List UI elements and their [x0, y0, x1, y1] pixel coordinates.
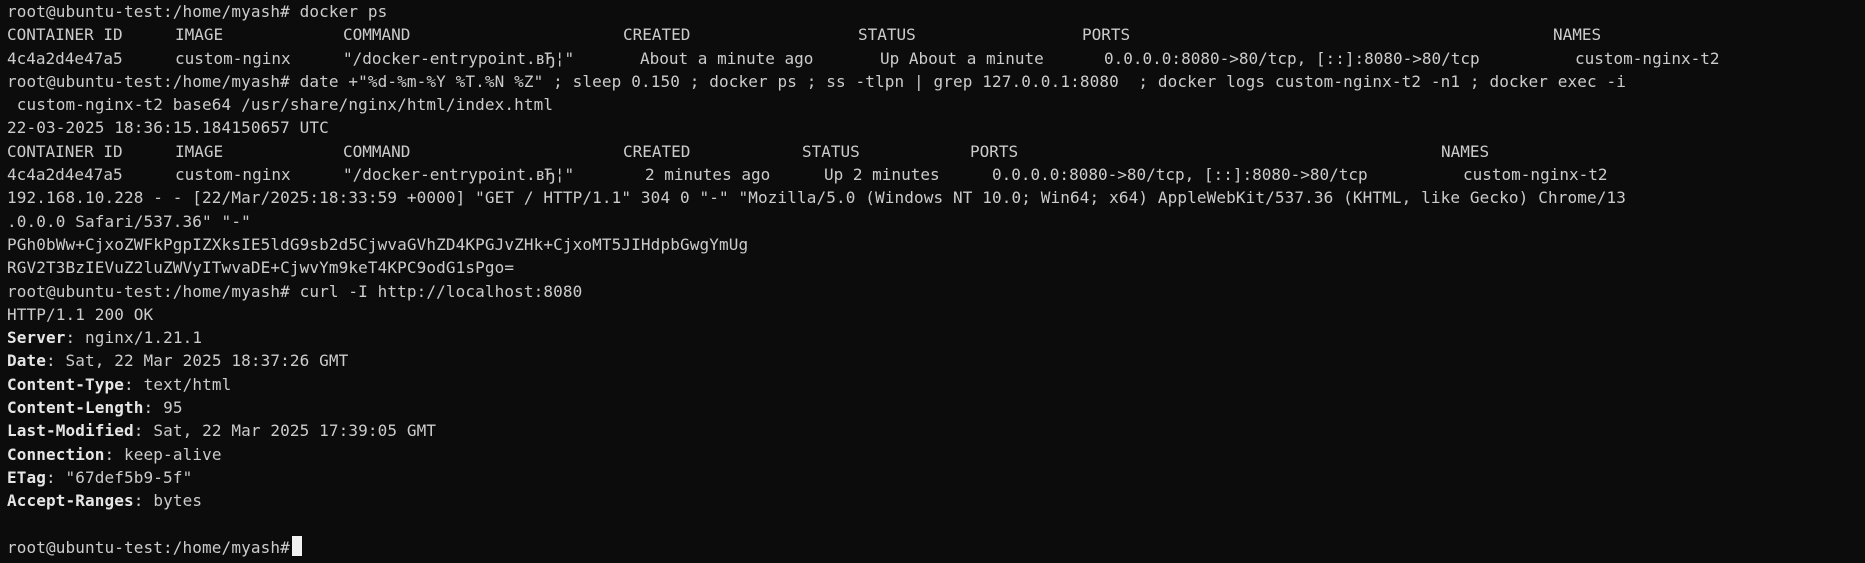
header-value: nginx/1.21.1: [75, 328, 203, 348]
cell-names: custom-nginx-t2: [1575, 48, 1720, 68]
header-key: Accept-Ranges: [7, 491, 134, 511]
http-header-server: Server: nginx/1.21.1: [7, 326, 1865, 349]
header-value: Sat, 22 Mar 2025 17:39:05 GMT: [143, 421, 437, 441]
active-prompt-line[interactable]: root@ubuntu-test:/home/myash#: [7, 535, 1865, 559]
cell-container-id: 4c4a2d4e47a5: [7, 48, 123, 68]
cell-command: "/docker-entrypoint.вЂ¦": [343, 165, 575, 185]
header-colon: :: [46, 467, 56, 487]
cell-ports: 0.0.0.0:8080->80/tcp, [::]:8080->80/tcp: [992, 165, 1368, 185]
col-image: IMAGE: [175, 141, 224, 161]
col-status: STATUS: [802, 141, 860, 161]
nginx-log-line: 192.168.10.228 - - [22/Mar/2025:18:33:59…: [7, 188, 1626, 208]
col-names: NAMES: [1553, 25, 1602, 45]
http-header-content-type: Content-Type: text/html: [7, 373, 1865, 396]
cell-created: About a minute ago: [640, 48, 814, 68]
header-colon: :: [104, 444, 115, 464]
header-key: Last-Modified: [7, 421, 134, 441]
prompt-line-docker-ps: root@ubuntu-test:/home/myash# docker ps: [7, 0, 1865, 23]
base64-output-line: PGh0bWw+CjxoZWFkPgpIZXksIE5ldG9sb2d5Cjwv…: [7, 234, 749, 254]
header-colon: :: [124, 374, 134, 394]
col-names: NAMES: [1441, 141, 1490, 161]
shell-prompt: root@ubuntu-test:/home/myash#: [7, 281, 290, 301]
header-key: ETag: [7, 467, 47, 487]
header-value: "67def5b9-5f": [55, 467, 193, 487]
header-colon: :: [143, 398, 154, 418]
command-text: docker ps: [289, 2, 388, 21]
header-value: Sat, 22 Mar 2025 18:37:26 GMT: [55, 351, 349, 371]
cell-status: Up About a minute: [880, 48, 1044, 68]
header-value: text/html: [133, 374, 232, 394]
header-colon: :: [133, 421, 144, 441]
cell-ports: 0.0.0.0:8080->80/tcp, [::]:8080->80/tcp: [1104, 48, 1480, 68]
shell-prompt: root@ubuntu-test:/home/myash#: [7, 537, 290, 557]
http-header-date: Date: Sat, 22 Mar 2025 18:37:26 GMT: [7, 349, 1865, 372]
header-key: Content-Length: [7, 398, 144, 418]
col-ports: PORTS: [1082, 25, 1131, 45]
col-image: IMAGE: [175, 25, 224, 45]
docker-ps-header: CONTAINER ID IMAGE COMMAND CREATED STATU…: [7, 23, 1865, 46]
header-value: keep-alive: [114, 444, 222, 464]
col-container-id: CONTAINER ID: [7, 25, 123, 45]
shell-prompt: root@ubuntu-test:/home/myash#: [7, 2, 290, 21]
docker-ps-header: CONTAINER ID IMAGE COMMAND CREATED STATU…: [7, 140, 1865, 163]
header-colon: :: [46, 351, 56, 371]
col-status: STATUS: [858, 25, 916, 45]
cell-created: 2 minutes ago: [645, 165, 771, 185]
base64-output-line: RGV2T3BzIEVuZ2luZWVyITwvaDE+CjwvYm9keT4K…: [7, 258, 515, 278]
text-cursor[interactable]: [291, 535, 302, 556]
http-status-line: HTTP/1.1 200 OK: [7, 304, 154, 324]
shell-prompt: root@ubuntu-test:/home/myash#: [7, 71, 290, 91]
col-command: COMMAND: [343, 25, 411, 45]
prompt-line-curl: root@ubuntu-test:/home/myash# curl -I ht…: [7, 280, 1865, 303]
col-container-id: CONTAINER ID: [7, 141, 123, 161]
cell-status: Up 2 minutes: [824, 165, 940, 185]
http-header-last-modified: Last-Modified: Sat, 22 Mar 2025 17:39:05…: [7, 419, 1865, 442]
cell-image: custom-nginx: [175, 48, 291, 68]
header-colon: :: [65, 328, 76, 348]
prompt-line-date-chain: root@ubuntu-test:/home/myash# date +"%d-…: [7, 70, 1865, 93]
http-header-etag: ETag: "67def5b9-5f": [7, 466, 1865, 489]
cell-command: "/docker-entrypoint.вЂ¦": [343, 48, 575, 68]
cell-names: custom-nginx-t2: [1463, 165, 1608, 185]
col-ports: PORTS: [970, 141, 1019, 161]
header-value: bytes: [143, 491, 203, 511]
command-text: curl -I http://localhost:8080: [289, 281, 583, 301]
date-output: 22-03-2025 18:36:15.184150657 UTC: [7, 118, 329, 138]
col-command: COMMAND: [343, 141, 411, 161]
header-colon: :: [133, 491, 144, 511]
docker-ps-row: 4c4a2d4e47a5 custom-nginx "/docker-entry…: [7, 163, 1865, 186]
col-created: CREATED: [623, 25, 691, 45]
terminal-window[interactable]: root@ubuntu-test:/home/myash# docker ps …: [0, 0, 1865, 563]
col-created: CREATED: [623, 141, 691, 161]
header-key: Connection: [7, 444, 105, 464]
command-wrap-line: custom-nginx-t2 base64 /usr/share/nginx/…: [7, 95, 554, 115]
header-key: Content-Type: [7, 374, 125, 394]
cell-image: custom-nginx: [175, 165, 291, 185]
http-header-accept-ranges: Accept-Ranges: bytes: [7, 489, 1865, 512]
docker-ps-row: 4c4a2d4e47a5 custom-nginx "/docker-entry…: [7, 47, 1865, 70]
http-header-content-length: Content-Length: 95: [7, 396, 1865, 419]
nginx-log-wrap: .0.0.0 Safari/537.36" "-": [7, 211, 251, 231]
http-header-connection: Connection: keep-alive: [7, 443, 1865, 466]
command-text: date +"%d-%m-%Y %T.%N %Z" ; sleep 0.150 …: [289, 71, 1626, 91]
header-value: 95: [153, 398, 183, 418]
cell-container-id: 4c4a2d4e47a5: [7, 165, 123, 185]
